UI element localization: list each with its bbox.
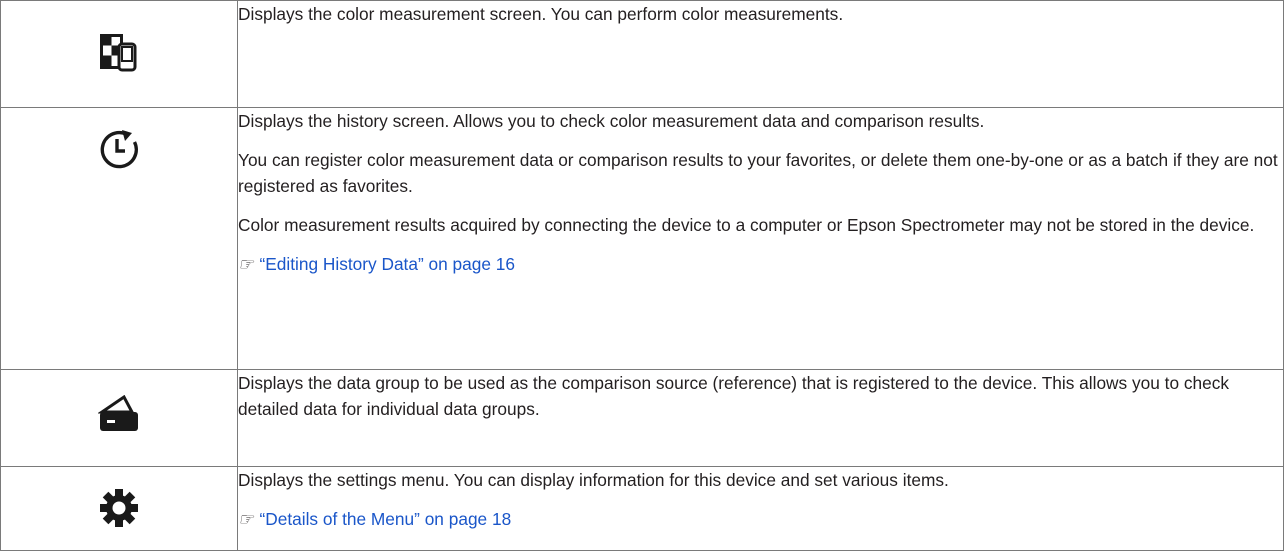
history-icon — [100, 130, 138, 169]
description-text: Displays the settings menu. You can disp… — [238, 470, 949, 490]
pointing-hand-icon: ☞ — [238, 255, 254, 275]
settings-gear-icon — [100, 489, 138, 527]
table-row-color-measurement: Displays the color measurement screen. Y… — [0, 0, 1284, 108]
icon-cell — [0, 369, 238, 467]
icon-cell — [0, 466, 238, 551]
pointing-hand-icon: ☞ — [238, 510, 254, 530]
description-text: Displays the color measurement screen. Y… — [238, 4, 844, 24]
table-row-reference-data: Displays the data group to be used as th… — [0, 369, 1284, 467]
icon-cell — [0, 107, 238, 370]
reference-data-icon — [98, 395, 138, 431]
description-cell: Displays the color measurement screen. Y… — [237, 0, 1284, 108]
icon-cell — [0, 0, 238, 108]
description-text: Displays the data group to be used as th… — [238, 373, 1229, 419]
icon-description-table: Displays the color measurement screen. Y… — [0, 0, 1284, 551]
cross-reference: ☞ “Details of the Menu” on page 18 — [238, 506, 1283, 533]
table-row-history: Displays the history screen. Allows you … — [0, 107, 1284, 370]
cross-reference: ☞ “Editing History Data” on page 16 — [238, 251, 1283, 278]
description-text: Displays the history screen. Allows you … — [238, 111, 985, 131]
details-of-the-menu-link[interactable]: “Details of the Menu” on page 18 — [260, 509, 512, 529]
description-text: Color measurement results acquired by co… — [238, 215, 1255, 235]
description-cell: Displays the settings menu. You can disp… — [237, 466, 1284, 551]
description-cell: Displays the data group to be used as th… — [237, 369, 1284, 467]
editing-history-data-link[interactable]: “Editing History Data” on page 16 — [260, 254, 516, 274]
color-measurement-icon — [100, 34, 137, 72]
description-cell: Displays the history screen. Allows you … — [237, 107, 1284, 370]
table-row-settings: Displays the settings menu. You can disp… — [0, 466, 1284, 551]
description-text: You can register color measurement data … — [238, 150, 1278, 196]
